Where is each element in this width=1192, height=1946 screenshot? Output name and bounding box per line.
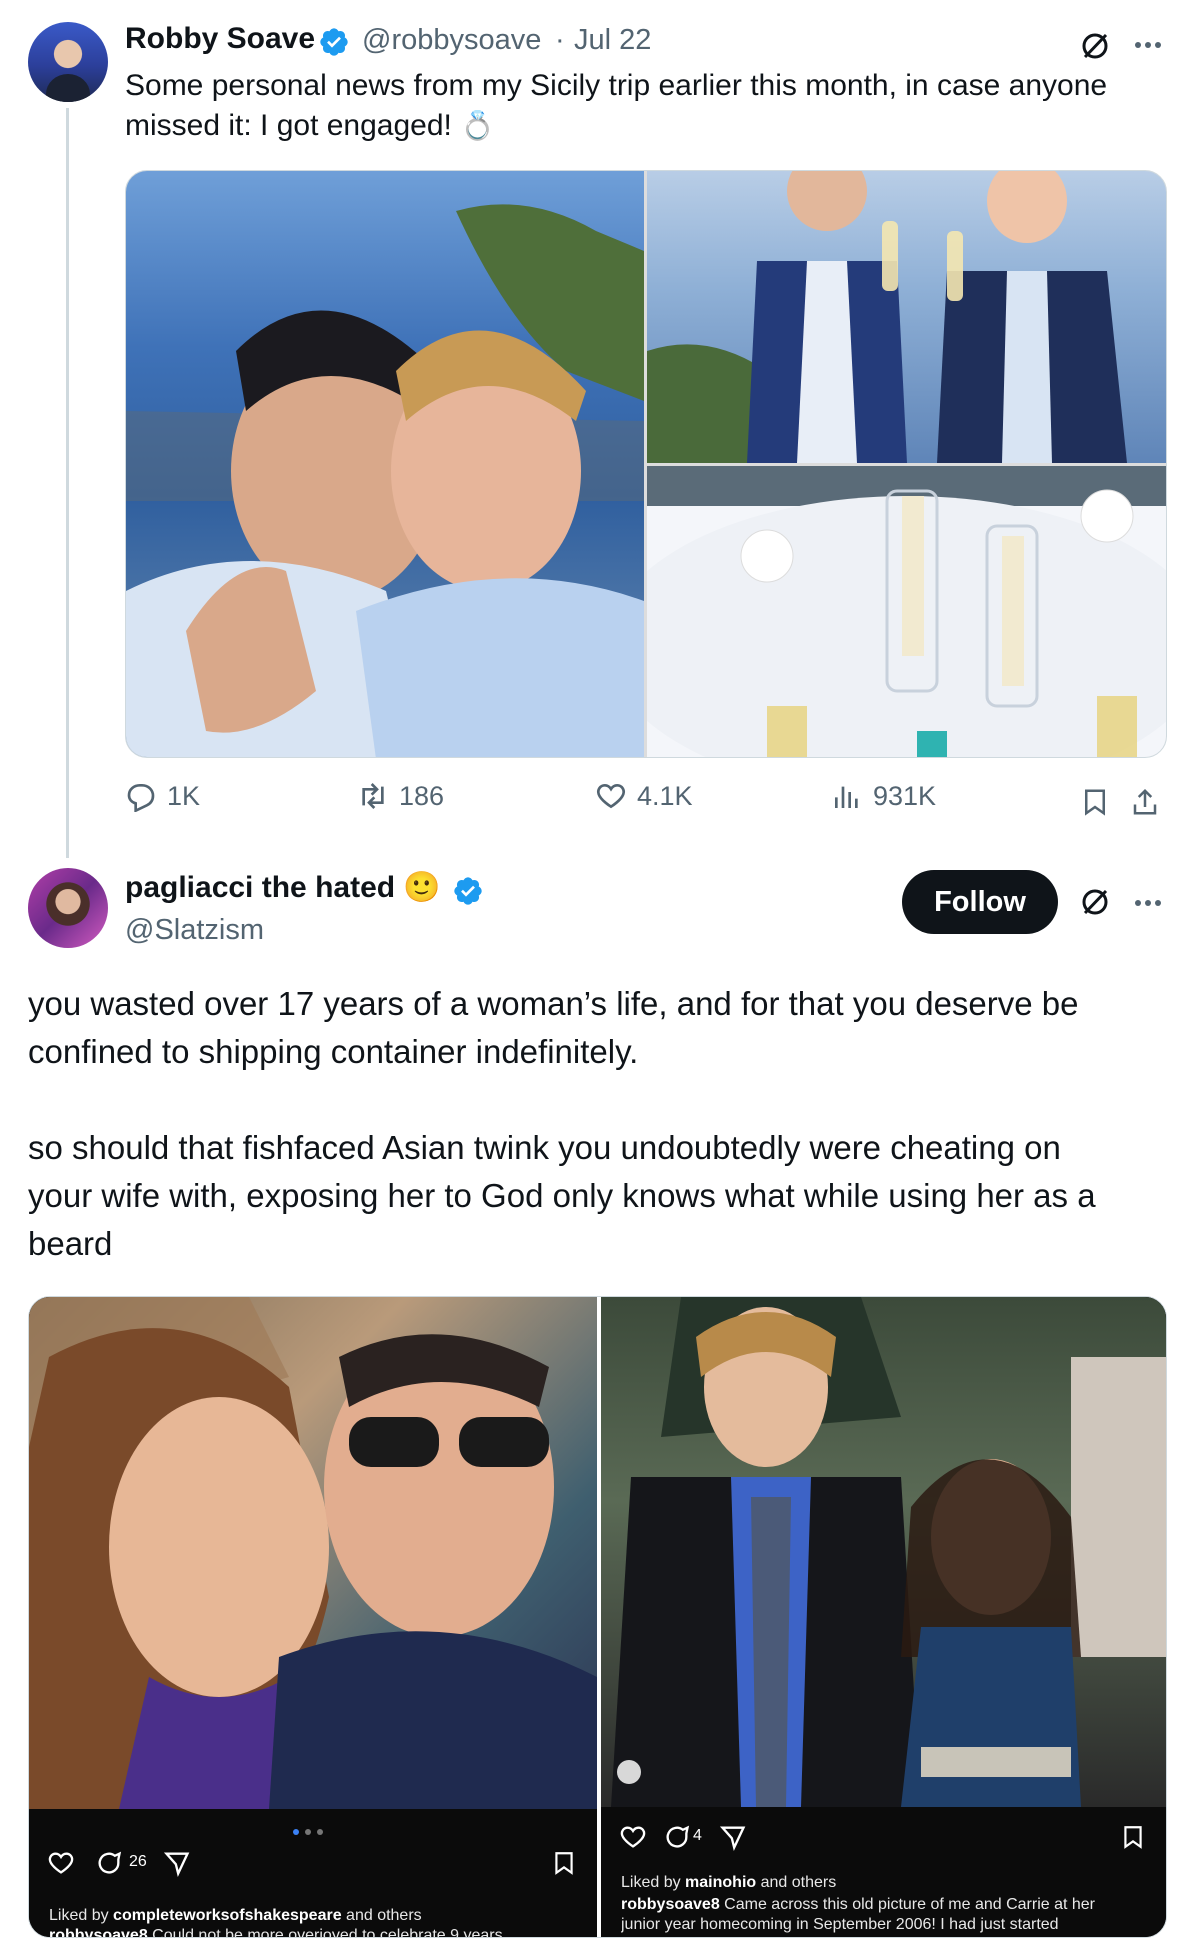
engagement-photo-table[interactable] <box>647 466 1166 757</box>
views-button[interactable]: 931K <box>831 780 936 812</box>
like-button[interactable]: 4.1K <box>595 780 693 812</box>
tweet-text-line1: Some personal news from my Sicily trip e… <box>125 69 1108 102</box>
tweet-media-grid[interactable] <box>125 170 1167 758</box>
reply-count: 1K <box>167 780 201 811</box>
share-icon[interactable] <box>1125 782 1165 822</box>
couple-selfie-photo <box>29 1297 597 1809</box>
liked-by-line: Liked by mainohio and others <box>621 1874 837 1891</box>
ring-emoji: 💍 <box>460 110 496 141</box>
repost-count: 186 <box>399 780 445 811</box>
caption-user[interactable]: robbysoave8 <box>49 1927 148 1937</box>
homecoming-photo <box>601 1297 1166 1807</box>
caption-user[interactable]: robbysoave8 <box>621 1896 720 1913</box>
avatar[interactable] <box>28 22 108 102</box>
carousel-dots <box>291 1823 331 1835</box>
author-handle[interactable]: @robbysoave <box>362 24 541 57</box>
verified-icon <box>320 28 348 56</box>
repost-button[interactable]: 186 <box>357 780 444 812</box>
caption-line: robbysoave8 Came across this old picture… <box>621 1896 1095 1913</box>
instagram-screenshot-left[interactable]: 26 Liked by completeworksofshakespeare a… <box>29 1297 597 1937</box>
repost-icon <box>362 783 384 809</box>
views-count: 931K <box>873 780 937 811</box>
thread-connector-line <box>66 108 69 858</box>
like-count: 4.1K <box>637 780 693 811</box>
comment-count: 4 <box>693 1827 702 1844</box>
instagram-screenshot-right[interactable]: 4 Liked by mainohio and others robbysoav… <box>601 1297 1166 1937</box>
reply-media-grid[interactable]: 26 Liked by completeworksofshakespeare a… <box>28 1296 1167 1938</box>
engagement-photo-selfie[interactable] <box>126 171 644 757</box>
liked-by-line: Liked by completeworksofshakespeare and … <box>49 1907 422 1924</box>
like-icon[interactable] <box>613 1817 653 1857</box>
comment-icon[interactable] <box>657 1817 697 1857</box>
reply-author-name[interactable]: pagliacci the hated 🙂 <box>125 870 441 905</box>
author-name[interactable]: Robby Soave <box>125 22 315 56</box>
like-icon[interactable] <box>41 1843 81 1883</box>
grok-icon[interactable] <box>1075 882 1115 922</box>
more-icon[interactable] <box>1128 882 1168 922</box>
follow-button[interactable]: Follow <box>902 870 1058 934</box>
separator-dot: · <box>555 24 565 56</box>
reply-author-handle[interactable]: @Slatzism <box>125 914 264 947</box>
comment-count: 26 <box>129 1853 147 1870</box>
more-icon[interactable] <box>1128 24 1168 64</box>
caption-line: robbysoave8 Could not be more overjoyed … <box>49 1926 589 1937</box>
bookmark-icon[interactable] <box>1075 782 1115 822</box>
liked-by-user[interactable]: completeworksofshakespeare <box>113 1907 342 1924</box>
tweet-text-content: missed it: I got engaged! <box>125 109 452 142</box>
caption-line-2: junior year homecoming in September 2006… <box>621 1916 1059 1933</box>
reply-author-name-text: pagliacci the hated <box>125 871 396 904</box>
views-icon <box>835 786 858 808</box>
verified-icon <box>454 877 482 905</box>
tweet-text-line2: missed it: I got engaged! 💍 <box>125 106 495 146</box>
send-icon[interactable] <box>157 1843 197 1883</box>
engagement-photo-toast[interactable] <box>647 171 1166 463</box>
slight-smile-emoji: 🙂 <box>403 871 441 904</box>
instagram-action-bar: 4 Liked by mainohio and others robbysoav… <box>601 1807 1166 1937</box>
comment-icon[interactable] <box>89 1843 129 1883</box>
send-icon[interactable] <box>713 1817 753 1857</box>
bookmark-icon[interactable] <box>1113 1817 1153 1857</box>
reply-button[interactable]: 1K <box>125 780 200 812</box>
avatar[interactable] <box>28 868 108 948</box>
reply-text: you wasted over 17 years of a woman’s li… <box>28 985 1096 1262</box>
tweet-actions-bar: 1K 186 4.1K 931K <box>125 780 1165 824</box>
grok-icon[interactable] <box>1075 26 1115 66</box>
instagram-action-bar: 26 Liked by completeworksofshakespeare a… <box>29 1809 597 1937</box>
tweet-date[interactable]: Jul 22 <box>574 24 651 57</box>
like-icon <box>597 783 625 809</box>
liked-by-user[interactable]: mainohio <box>685 1874 756 1891</box>
bookmark-icon[interactable] <box>544 1843 584 1883</box>
reply-icon <box>127 784 155 812</box>
